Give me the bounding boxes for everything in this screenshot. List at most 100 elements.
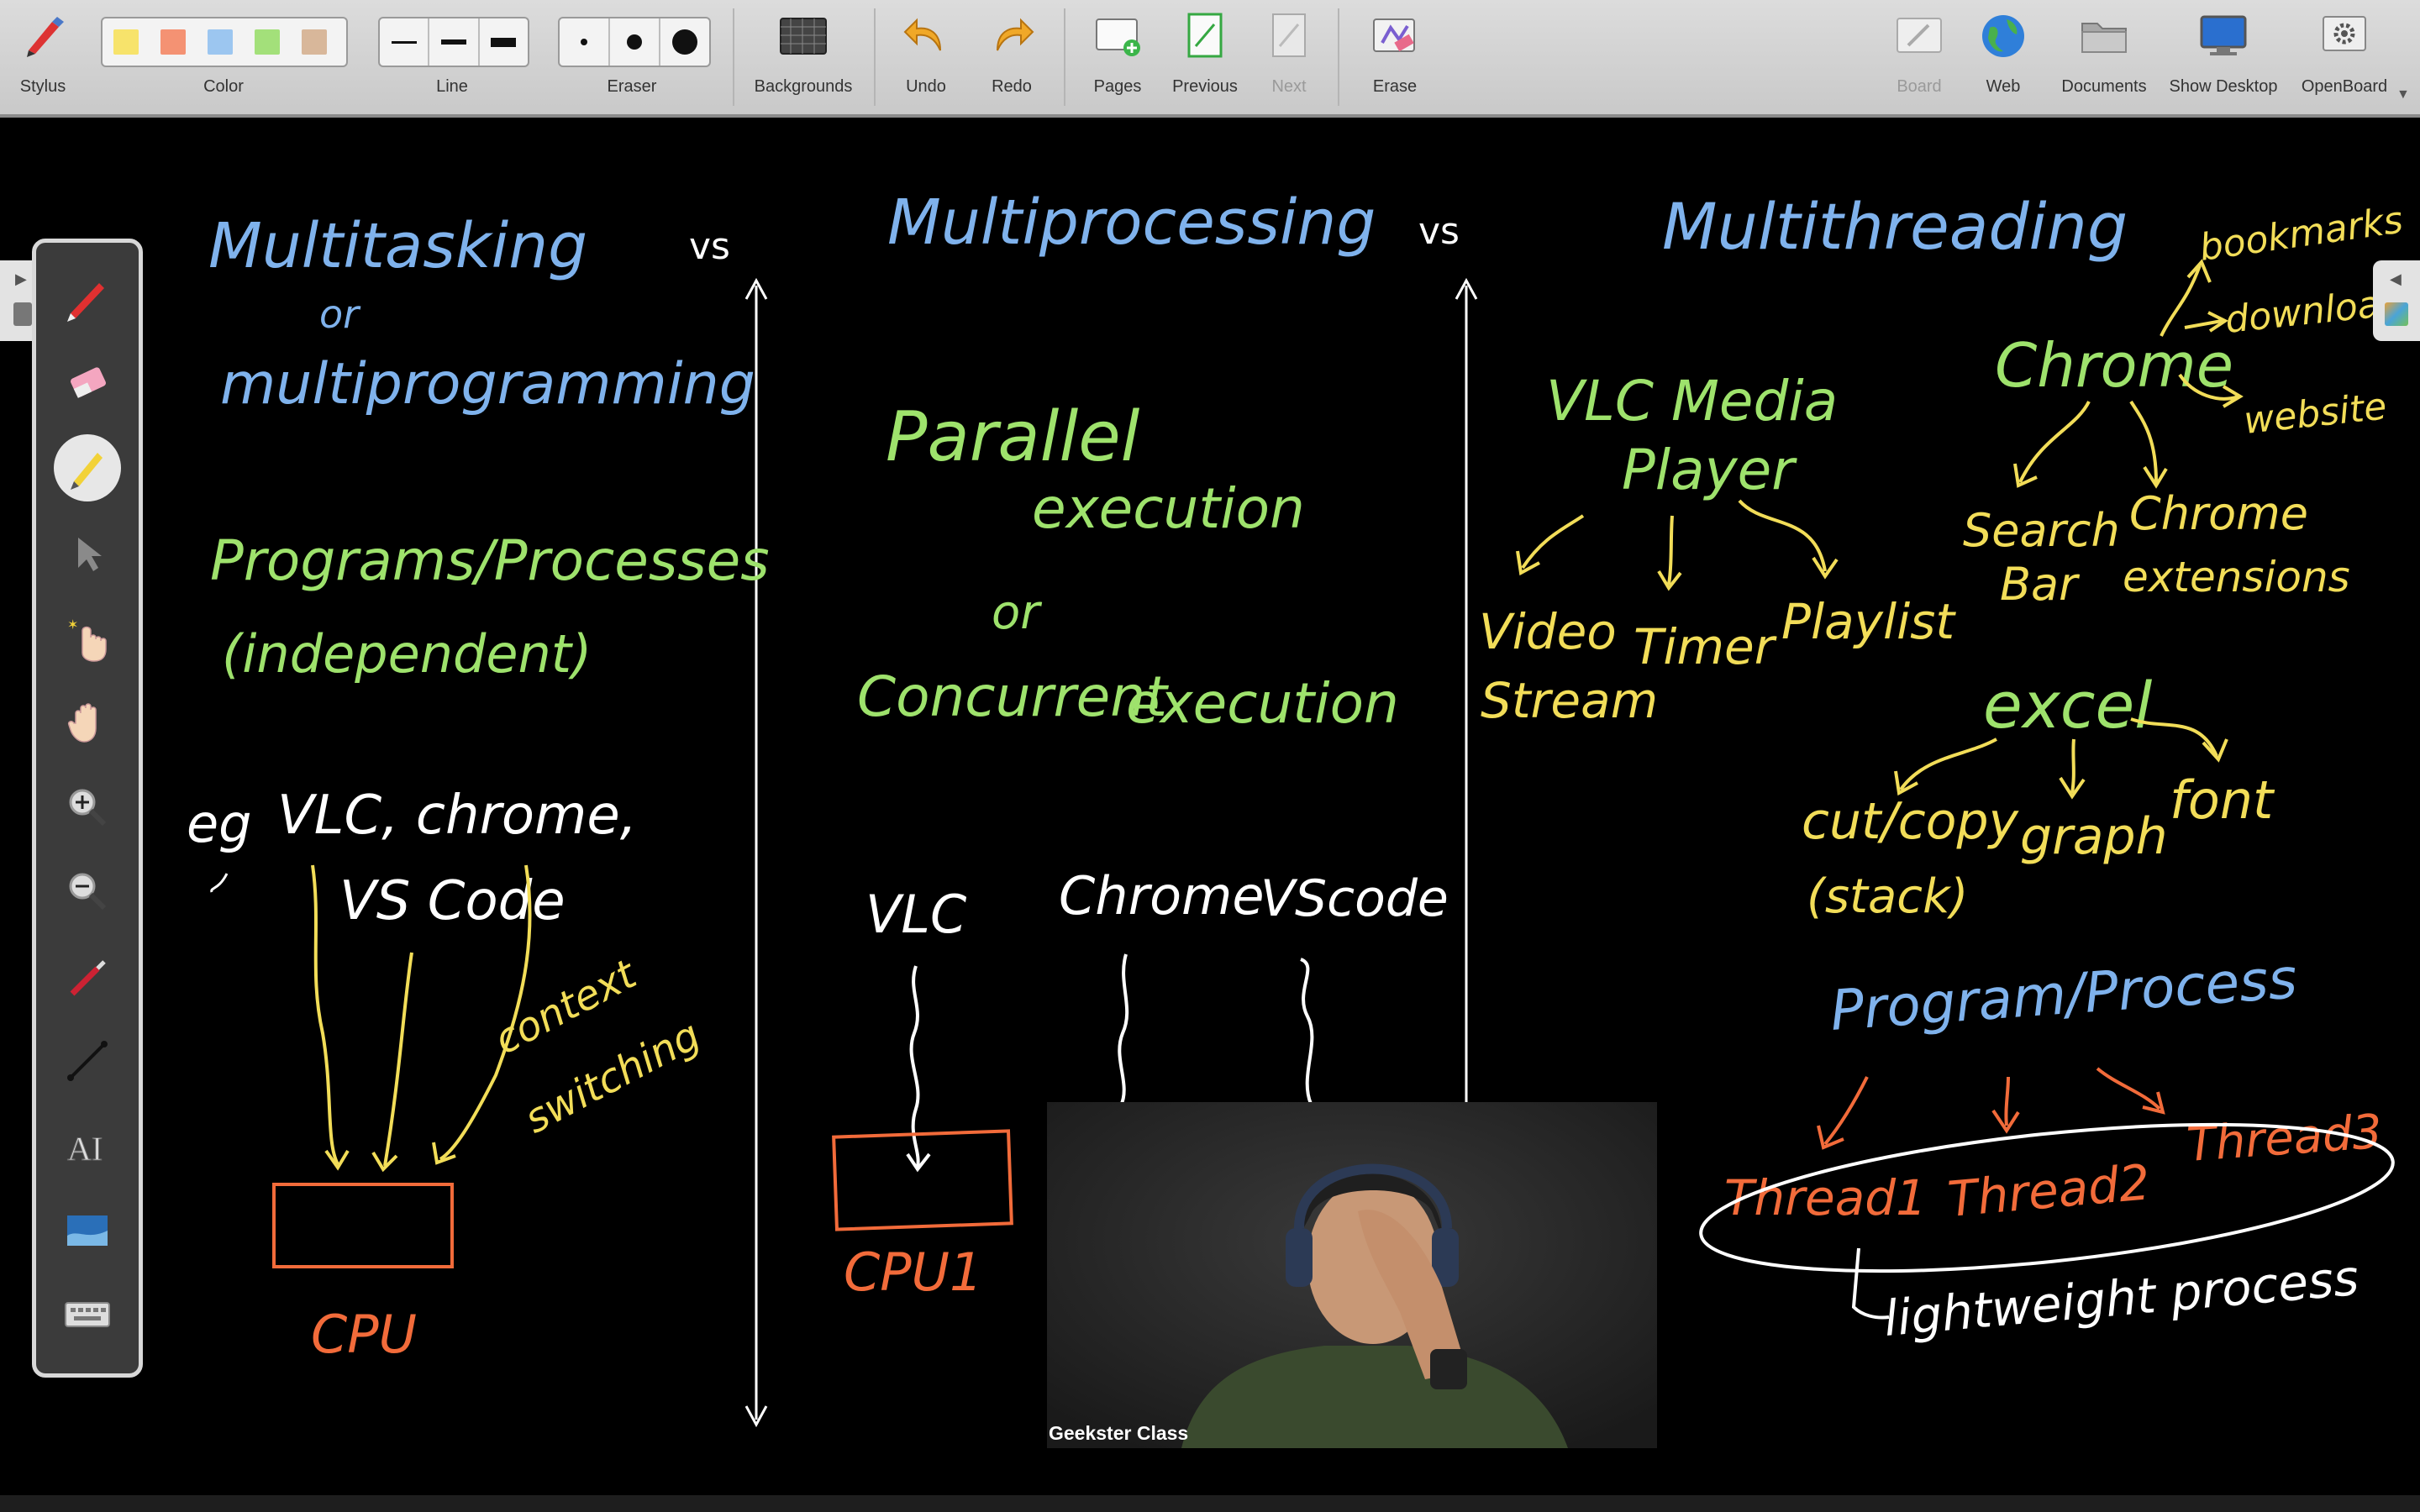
vs-label-right: vs [1418,210,1460,253]
virtual-keyboard-tool[interactable] [54,1281,121,1348]
backgrounds-button[interactable]: Backgrounds [746,0,860,114]
bookmarks-label: bookmarks [2196,198,2405,269]
marker-tool[interactable] [54,434,121,501]
pages-button[interactable]: Pages [1086,0,1150,114]
cut-copy-line2: (stack) [1807,869,1968,924]
undo-button[interactable]: Undo [894,0,958,114]
gear-icon [2318,10,2370,62]
zoom-in-tool[interactable] [54,774,121,841]
openboard-menu-button[interactable]: OpenBoard [2296,0,2393,114]
thread1-label: Thread1 [1724,1169,1927,1226]
line-medium-button[interactable] [429,18,480,66]
board-mode-button[interactable]: Board [1886,0,1953,114]
graph-label: graph [2020,807,2168,866]
previous-page-button[interactable]: Previous [1170,0,1240,114]
line-tool[interactable] [54,1027,121,1095]
cpu-label: CPU [311,1304,417,1365]
webcam-overlay: Geekster Class [1047,1102,1657,1448]
search-bar-line1: Search [1963,504,2120,557]
vlc-process-label: VLC [865,884,967,945]
line-thick-button[interactable] [480,18,528,66]
svg-text:AI: AI [67,1130,103,1168]
vs-label-left: vs [689,225,730,268]
line-thin-button[interactable] [380,18,430,66]
hand-tool[interactable] [54,688,121,755]
backgrounds-icon [777,10,829,62]
documents-mode-button[interactable]: Documents [2054,0,2154,114]
chevron-down-icon[interactable]: ▼ [2396,87,2410,102]
next-page-button[interactable]: Next [1257,0,1321,114]
multiprogramming-label: multiprogramming [220,351,755,417]
selector-tool[interactable] [54,520,121,587]
capture-tool[interactable] [54,1197,121,1264]
laser-pointer-tool[interactable] [54,943,121,1011]
erase-button[interactable]: Erase [1361,0,1428,114]
color-swatch-yellow[interactable] [103,18,150,66]
svg-text:✶: ✶ [67,618,78,633]
playlist-label: Playlist [1781,593,1956,650]
cpu-box [272,1183,454,1268]
library-icon [2385,302,2408,326]
right-panel-toggle[interactable]: ◀ [2373,260,2420,341]
independent-label: (independent) [222,623,592,685]
zoom-out-icon [69,873,107,911]
apps-line1: VLC, chrome, [277,785,637,847]
redo-button[interactable]: Redo [980,0,1044,114]
search-bar-line2: Bar [2000,558,2080,611]
multitasking-title: Multitasking [208,210,587,282]
or-label: or [319,291,361,337]
undo-arrow-icon [900,10,952,62]
text-tool[interactable]: AI [54,1113,121,1180]
globe-icon [1977,10,2029,62]
keyboard-icon [65,1302,110,1327]
video-stream-line1: Video [1479,603,1617,660]
bottom-edge [0,1495,2420,1512]
presenter-video [1047,1102,1657,1448]
openboard-toolbar: Stylus Color Line Eraser Backgrounds Und… [0,0,2420,118]
zoom-out-tool[interactable] [54,858,121,925]
eraser-label: Eraser [607,77,657,96]
color-palette [101,17,348,67]
next-page-icon [1263,10,1315,62]
cut-copy-line1: cut/copy [1802,792,2020,851]
stylus-icon [17,10,69,62]
stylus-button[interactable]: Stylus [12,0,74,114]
eraser-medium-button[interactable] [610,18,660,66]
web-mode-button[interactable]: Web [1973,0,2033,114]
interact-tool[interactable]: ✶ [54,606,121,673]
toolbar-divider [1064,8,1065,106]
redo-arrow-icon [986,10,1038,62]
eraser-small-button[interactable] [560,18,610,66]
eraser-tool[interactable] [54,349,121,416]
cursor-arrow-icon [78,538,102,571]
execution-label: execution [1032,476,1305,541]
highlighter-icon [71,453,103,490]
eraser-large-button[interactable] [660,18,709,66]
text-icon: AI [67,1130,103,1168]
pen-tool[interactable] [54,265,121,332]
previous-page-icon [1179,10,1231,62]
chevron-left-icon: ◀ [2390,270,2402,287]
toolbar-divider [874,8,876,106]
color-swatch-tan[interactable] [291,18,338,66]
parallel-label: Parallel [886,397,1140,477]
line-label: Line [436,77,468,96]
color-swatch-blue[interactable] [197,18,244,66]
timer-label: Timer [1634,618,1777,675]
color-swatch-orange[interactable] [150,18,197,66]
line-icon [67,1041,108,1081]
chrome-extensions-line1: Chrome [2129,487,2308,540]
show-desktop-button[interactable]: Show Desktop [2165,0,2282,114]
cpu1-box [832,1129,1013,1231]
multiprocessing-title: Multiprocessing [887,186,1376,259]
vlc-media-line2: Player [1622,438,1797,502]
color-swatch-green[interactable] [244,18,291,66]
thread-arrows [1817,1067,2165,1150]
eraser-icon [71,367,106,398]
zoom-in-icon [69,789,107,827]
color-label: Color [203,77,244,96]
line-width-group [378,17,529,67]
lightweight-process-label: lightweight process [1881,1249,2360,1347]
hand-icon [67,703,97,743]
add-page-icon [1092,10,1144,62]
